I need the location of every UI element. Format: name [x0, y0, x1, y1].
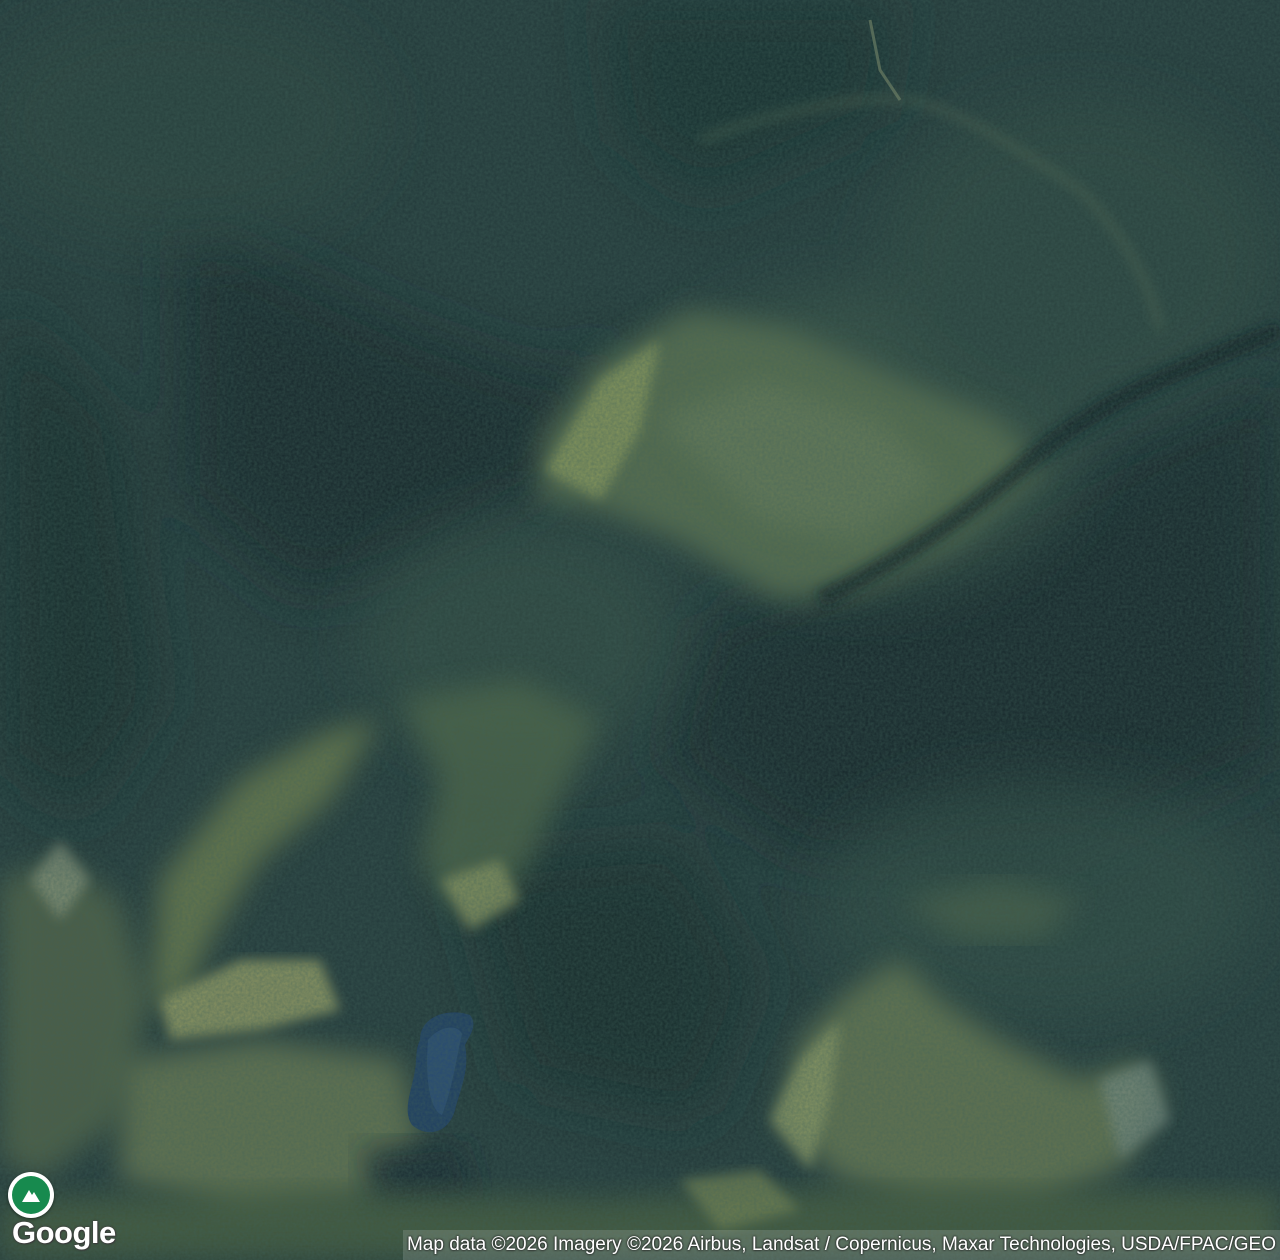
satellite-map[interactable]: Google Map data ©2026 Imagery ©2026 Airb…: [0, 0, 1280, 1260]
map-attribution: Map data ©2026 Imagery ©2026 Airbus, Lan…: [402, 1230, 1280, 1260]
google-logo: Google: [12, 1215, 116, 1250]
mountain-icon: [12, 1176, 50, 1214]
map-imagery: [0, 0, 1280, 1260]
pin-marker[interactable]: [8, 1172, 54, 1218]
